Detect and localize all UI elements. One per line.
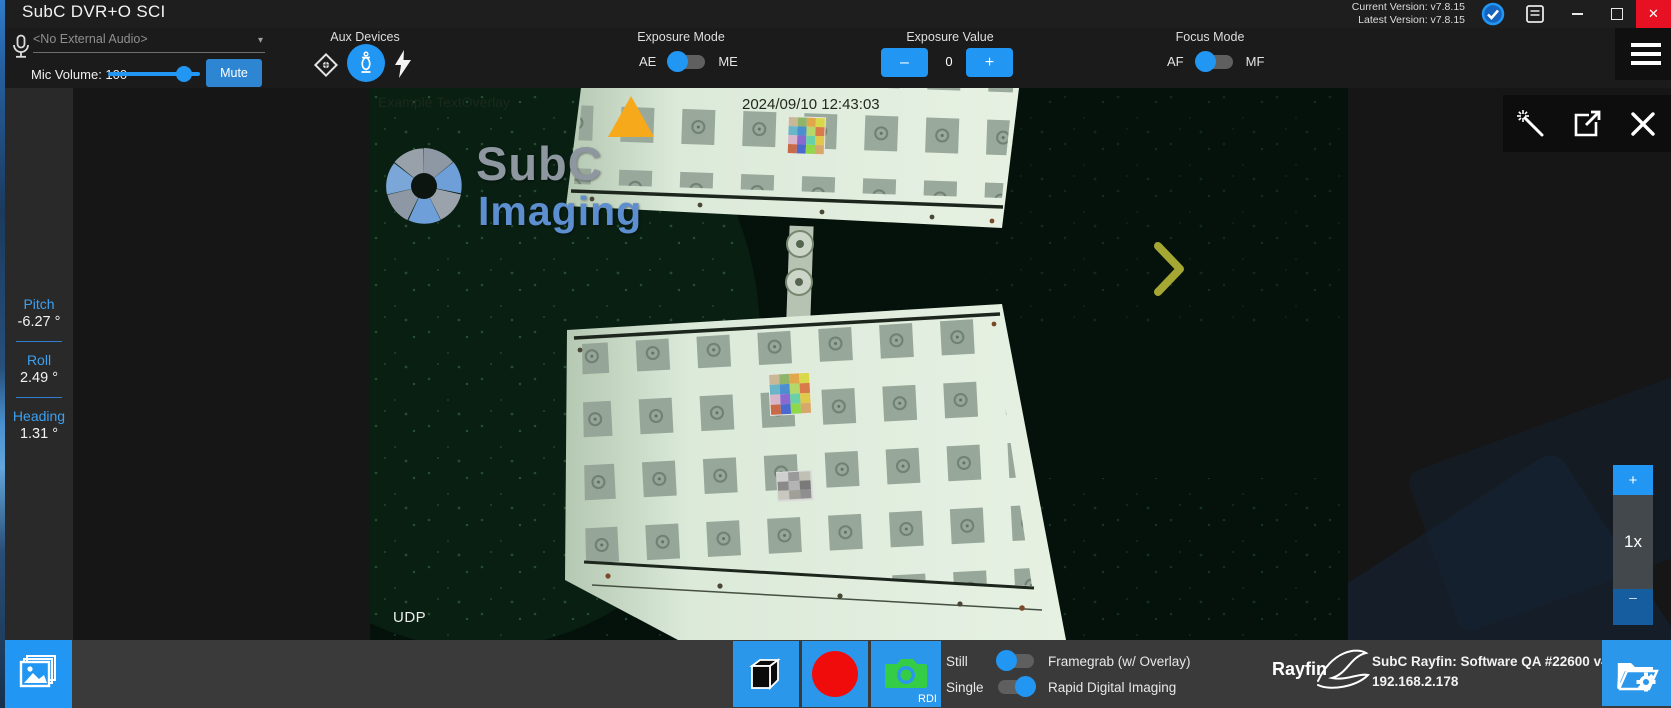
audio-device-value: <No External Audio> <box>33 32 148 46</box>
divider <box>16 341 62 342</box>
video-text-overlay: Example TextOverlay <box>378 94 510 110</box>
aux-devices-group <box>305 44 435 86</box>
camera-icon <box>883 656 929 692</box>
exposure-ae-label: AE <box>639 54 656 69</box>
focus-af-label: AF <box>1167 54 1184 69</box>
rapid-imaging-label: Rapid Digital Imaging <box>1048 680 1176 695</box>
warning-triangle-icon <box>608 96 654 137</box>
popout-window-icon[interactable] <box>1572 109 1602 139</box>
video-feed[interactable]: Example TextOverlay 2024/09/10 12:43:03 <box>370 88 1348 640</box>
maximize-icon <box>1611 8 1623 20</box>
update-check-icon <box>1481 2 1505 26</box>
minimize-icon <box>1572 13 1583 15</box>
exposure-minus-button[interactable]: – <box>881 48 928 77</box>
telemetry-sidebar: Pitch -6.27 ° Roll 2.49 ° Heading 1.31 ° <box>5 88 73 640</box>
rapid-imaging-toggle[interactable] <box>998 680 1034 694</box>
slider-knob[interactable] <box>176 66 192 82</box>
focus-mode-label: Focus Mode <box>1140 30 1280 44</box>
current-version: Current Version: v7.8.15 <box>1352 1 1465 14</box>
heading-label: Heading <box>5 408 73 424</box>
lamp-icon <box>356 51 376 75</box>
exposure-mode-toggle[interactable] <box>669 55 705 69</box>
exposure-mode-label: Exposure Mode <box>611 30 751 44</box>
audio-device-select[interactable]: <No External Audio> ▾ <box>33 32 265 53</box>
watermark-subc: SubC <box>476 136 603 191</box>
mute-button[interactable]: Mute <box>206 59 262 87</box>
toggle-knob <box>667 51 688 72</box>
device-name: SubC Rayfin: Software QA #22600 v4.... <box>1372 652 1624 672</box>
exposure-value-label: Exposure Value <box>880 30 1020 44</box>
bottom-bar: RDI Still Framegrab (w/ Overlay) Single … <box>0 640 1671 708</box>
chevron-down-icon: ▾ <box>258 35 263 46</box>
aux-devices-label: Aux Devices <box>295 30 435 44</box>
maximize-button[interactable] <box>1598 0 1636 28</box>
record-button[interactable] <box>802 641 868 707</box>
roll-value: 2.49 ° <box>5 370 73 386</box>
zoom-control: + 1x – <box>1613 465 1653 625</box>
folder-gear-icon <box>1615 653 1659 693</box>
video-tools-panel <box>1503 95 1671 152</box>
framegrab-label: Framegrab (w/ Overlay) <box>1048 654 1191 669</box>
focus-mode-toggle[interactable] <box>1197 55 1233 69</box>
subc-watermark: SubC Imaging <box>382 132 742 292</box>
media-gallery-button[interactable] <box>3 640 72 708</box>
zoom-in-button[interactable]: + <box>1613 465 1653 495</box>
framegrab-toggle[interactable] <box>998 654 1034 668</box>
controls-bar: <No External Audio> ▾ Mic Volume: 100 Mu… <box>5 28 1671 88</box>
exposure-plus-button[interactable]: + <box>966 48 1013 77</box>
lamp-device-button[interactable] <box>347 44 385 82</box>
focus-mf-label: MF <box>1246 54 1265 69</box>
rdi-capture-button[interactable]: RDI <box>871 641 941 707</box>
exposure-me-label: ME <box>718 54 738 69</box>
microphone-icon <box>10 34 32 60</box>
mic-volume-slider[interactable] <box>108 72 200 76</box>
title-bar: SubC DVR+O SCI Current Version: v7.8.15 … <box>0 0 1671 28</box>
pitch-value: -6.27 ° <box>5 314 73 330</box>
stream-protocol-label: UDP <box>393 609 426 626</box>
hamburger-icon <box>1631 43 1661 47</box>
single-label: Single <box>946 680 998 695</box>
strobe-icon[interactable] <box>393 50 413 78</box>
manual-icon[interactable] <box>1524 4 1546 24</box>
taskbar-edge-strip <box>0 0 5 708</box>
enhance-wand-icon[interactable] <box>1516 109 1546 139</box>
cube-icon <box>744 652 788 696</box>
device-info: SubC Rayfin: Software QA #22600 v4.... 1… <box>1372 652 1624 692</box>
rayfin-logo-icon <box>1316 645 1370 693</box>
toggle-knob <box>1195 51 1216 72</box>
heading-value: 1.31 ° <box>5 426 73 442</box>
close-feed-icon[interactable] <box>1628 109 1658 139</box>
app-title: SubC DVR+O SCI <box>22 2 166 22</box>
aperture-logo-icon <box>382 144 466 228</box>
file-settings-button[interactable] <box>1602 640 1671 706</box>
capture-toggles: Still Framegrab (w/ Overlay) Single Rapi… <box>946 648 1191 700</box>
latest-version: Latest Version: v7.8.15 <box>1352 14 1465 27</box>
exposure-value: 0 <box>934 54 964 69</box>
menu-button[interactable] <box>1615 28 1671 80</box>
main-area: Pitch -6.27 ° Roll 2.49 ° Heading 1.31 ° <box>5 88 1671 640</box>
laser-chevron-marker <box>1152 240 1188 298</box>
divider <box>16 397 62 398</box>
still-label: Still <box>946 654 998 669</box>
minimize-button[interactable] <box>1558 0 1596 28</box>
record-icon <box>812 651 858 697</box>
gallery-icon <box>17 654 59 694</box>
close-icon: ✕ <box>1648 6 1659 22</box>
version-info: Current Version: v7.8.15 Latest Version:… <box>1352 1 1465 27</box>
3d-mode-button[interactable] <box>733 641 799 707</box>
app-window: SubC DVR+O SCI Current Version: v7.8.15 … <box>0 0 1671 708</box>
telemetry-readouts: Pitch -6.27 ° Roll 2.49 ° Heading 1.31 ° <box>5 286 73 442</box>
video-timestamp: 2024/09/10 12:43:03 <box>742 96 880 113</box>
pitch-label: Pitch <box>5 296 73 312</box>
close-button[interactable]: ✕ <box>1636 0 1671 28</box>
rdi-badge: RDI <box>918 693 937 705</box>
zoom-level: 1x <box>1613 495 1653 589</box>
device-ip: 192.168.2.178 <box>1372 672 1624 692</box>
zoom-out-button[interactable]: – <box>1613 589 1653 625</box>
watermark-imaging: Imaging <box>478 188 642 235</box>
roll-label: Roll <box>5 352 73 368</box>
laser-device-icon[interactable] <box>313 52 339 78</box>
